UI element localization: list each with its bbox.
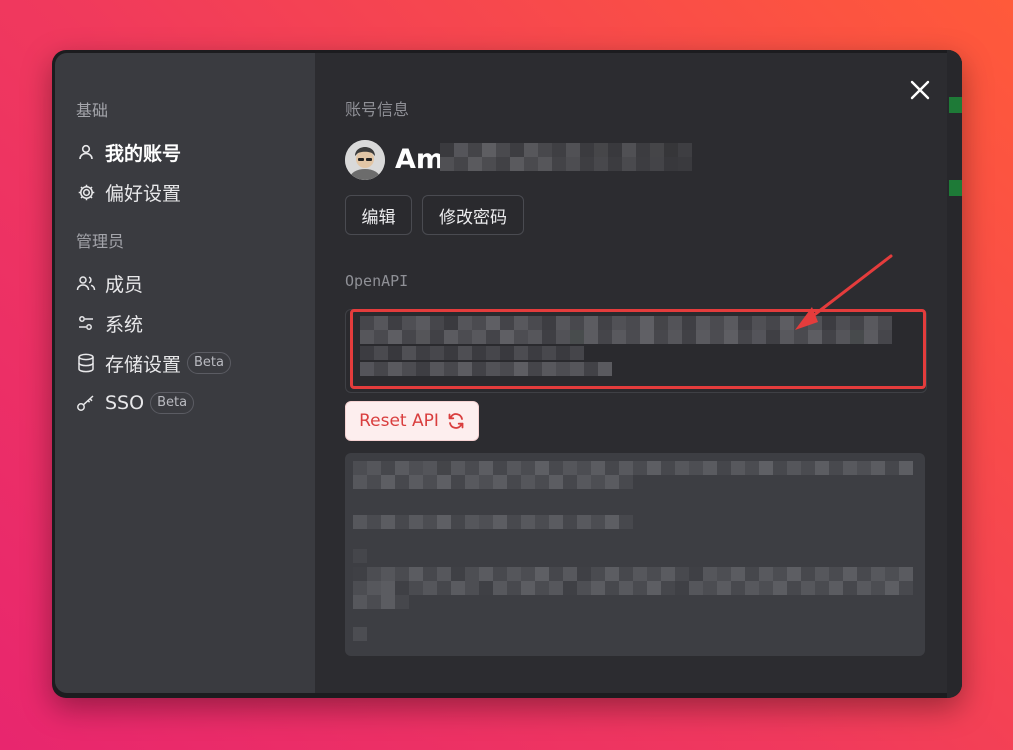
section-label-admin: 管理员 xyxy=(76,232,125,251)
redacted-username-row2 xyxy=(440,157,692,171)
settings-sidebar: 基础 我的账号 偏好设置 管理员 成员 系统 存储设置 Beta SSO Bet… xyxy=(55,53,315,693)
users-icon xyxy=(75,272,97,294)
redacted-code-row xyxy=(353,461,913,475)
sliders-icon xyxy=(75,312,97,334)
redacted-code-row xyxy=(353,475,633,489)
api-code-example xyxy=(345,453,925,656)
sidebar-item-members[interactable]: 成员 xyxy=(75,269,143,297)
gear-icon xyxy=(75,181,97,203)
section-label-basic: 基础 xyxy=(76,101,109,120)
sidebar-item-label: SSO xyxy=(105,392,145,414)
sidebar-item-label: 存储设置 xyxy=(105,353,182,376)
sidebar-item-system[interactable]: 系统 xyxy=(75,309,143,337)
sidebar-item-storage[interactable]: 存储设置 Beta xyxy=(75,349,231,377)
reset-api-label: Reset API xyxy=(359,411,439,431)
redacted-username xyxy=(440,143,692,157)
beta-badge: Beta xyxy=(150,392,195,414)
sidebar-item-label: 偏好设置 xyxy=(105,182,182,205)
sidebar-item-my-account[interactable]: 我的账号 xyxy=(75,138,181,166)
openapi-label: OpenAPI xyxy=(345,272,409,290)
refresh-icon xyxy=(448,413,464,429)
reset-api-button[interactable]: Reset API xyxy=(345,401,479,441)
username: Am xyxy=(395,144,445,175)
redacted-code-row xyxy=(353,515,633,529)
key-icon xyxy=(75,392,97,414)
account-panel: 账号信息 Am 编辑 修改密码 OpenAPI Reset API xyxy=(315,53,947,693)
sidebar-item-sso[interactable]: SSO Beta xyxy=(75,389,195,417)
close-button[interactable] xyxy=(906,76,934,104)
page-title: 账号信息 xyxy=(345,100,410,119)
redacted-code-row xyxy=(353,581,913,595)
sidebar-item-label: 成员 xyxy=(105,273,144,296)
close-icon xyxy=(910,80,930,100)
edit-button[interactable]: 编辑 xyxy=(345,195,412,235)
sidebar-item-label: 我的账号 xyxy=(105,142,182,165)
background-app-edge xyxy=(947,50,962,698)
sidebar-item-label: 系统 xyxy=(105,313,144,336)
annotation-highlight-box xyxy=(350,309,926,389)
redacted-code-row xyxy=(353,595,409,609)
database-icon xyxy=(75,352,97,374)
change-password-button[interactable]: 修改密码 xyxy=(422,195,524,235)
user-icon xyxy=(75,141,97,163)
app-window: 基础 我的账号 偏好设置 管理员 成员 系统 存储设置 Beta SSO Bet… xyxy=(52,50,962,698)
sidebar-item-preferences[interactable]: 偏好设置 xyxy=(75,178,181,206)
settings-modal: 基础 我的账号 偏好设置 管理员 成员 系统 存储设置 Beta SSO Bet… xyxy=(55,53,947,693)
redacted-code-row xyxy=(353,549,367,563)
beta-badge: Beta xyxy=(187,352,231,374)
avatar xyxy=(345,140,385,180)
redacted-code-row xyxy=(353,567,913,581)
redacted-code-row xyxy=(353,627,367,641)
